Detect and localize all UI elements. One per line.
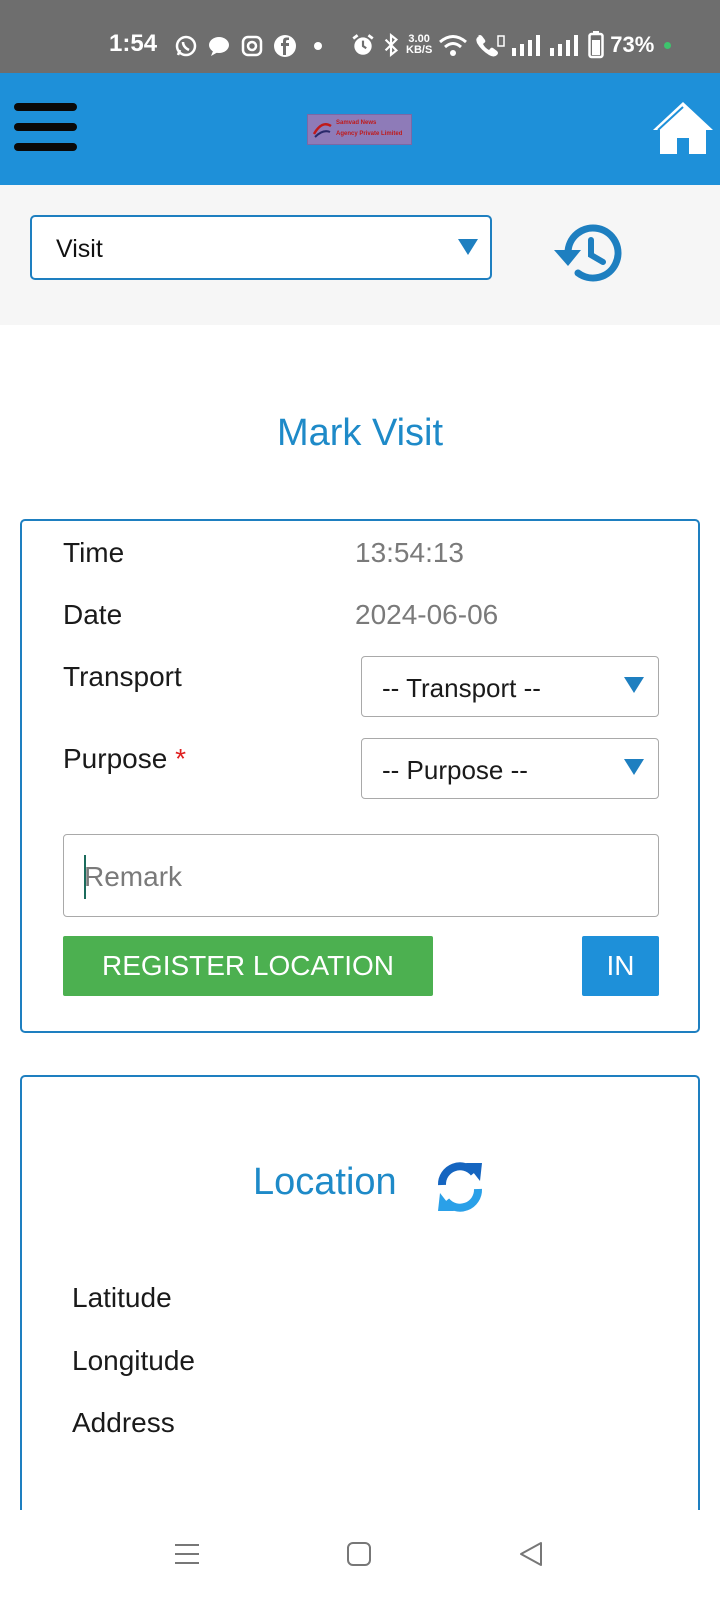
dropdown-arrow-icon: [624, 677, 644, 693]
purpose-select[interactable]: -- Purpose --: [361, 738, 659, 799]
bluetooth-icon: [384, 32, 399, 58]
remark-input[interactable]: [84, 857, 644, 897]
company-logo: Samvad News Agency Private Limited: [307, 114, 412, 145]
purpose-select-value: -- Purpose --: [382, 755, 528, 785]
register-location-button[interactable]: REGISTER LOCATION: [63, 936, 433, 996]
alarm-icon: [352, 34, 374, 55]
status-time: 1:54: [109, 30, 158, 57]
logo-line-2: Agency Private Limited: [336, 131, 403, 137]
date-value: 2024-06-06: [355, 599, 499, 630]
home-icon[interactable]: [345, 1540, 373, 1568]
refresh-button[interactable]: [432, 1159, 488, 1215]
logo-text: Samvad News Agency Private Limited: [336, 118, 402, 140]
longitude-label: Longitude: [72, 1345, 196, 1376]
app-bar: Samvad News Agency Private Limited: [0, 73, 720, 185]
purpose-label: Purpose *: [63, 743, 186, 775]
transport-select[interactable]: -- Transport --: [361, 656, 659, 717]
mode-select-value: Visit: [56, 235, 103, 263]
remark-field[interactable]: [63, 834, 659, 917]
address-label: Address: [72, 1407, 175, 1438]
system-icons: 3.00 KB/S 73%: [350, 30, 672, 60]
signal-icon: [550, 35, 579, 56]
history-icon: [554, 224, 622, 282]
date-label: Date: [63, 599, 123, 630]
in-button[interactable]: IN: [582, 936, 659, 996]
location-card: Location Latitude Longitude Address: [20, 1075, 700, 1535]
logo-line-1: Samvad News: [336, 120, 377, 126]
hamburger-icon-line: [14, 123, 77, 131]
network-speed: 3.00 KB/S: [406, 33, 433, 56]
dropdown-arrow-icon: [458, 239, 478, 255]
system-nav-bar: [0, 1510, 720, 1600]
status-bar: 1:54 3.00 KB/S 73%: [0, 0, 720, 73]
battery-icon: [588, 31, 605, 59]
instagram-icon: [241, 35, 263, 57]
whatsapp-icon: [175, 35, 197, 57]
top-controls: Visit: [0, 185, 720, 325]
recent-apps-icon[interactable]: [173, 1540, 201, 1568]
text-cursor: [84, 855, 86, 899]
purpose-label-text: Purpose: [63, 743, 168, 774]
time-label: Time: [63, 537, 125, 568]
history-button[interactable]: [550, 220, 626, 286]
visit-form-card: Time 13:54:13 Date 2024-06-06 Transport …: [20, 519, 700, 1033]
back-icon[interactable]: [517, 1540, 545, 1568]
transport-select-value: -- Transport --: [382, 673, 541, 703]
dropdown-arrow-icon: [624, 759, 644, 775]
page-title: Mark Visit: [276, 412, 444, 454]
wifi-calling-icon: [476, 35, 506, 57]
hamburger-icon: [14, 103, 77, 111]
signal-icon: [512, 35, 541, 56]
logo-swoosh-icon: [312, 123, 332, 138]
notification-icons: [174, 32, 330, 60]
hamburger-icon-line: [14, 143, 77, 151]
refresh-icon: [438, 1162, 482, 1212]
privacy-dot-icon: [664, 41, 672, 49]
time-value: 13:54:13: [355, 537, 464, 568]
required-marker: *: [175, 743, 186, 774]
menu-button[interactable]: [14, 103, 78, 153]
mode-select[interactable]: Visit: [30, 215, 492, 280]
wifi-icon: [439, 35, 468, 56]
transport-label: Transport: [63, 661, 182, 692]
facebook-icon: [274, 35, 296, 57]
battery-percent: 73%: [610, 32, 655, 57]
home-button[interactable]: [650, 98, 716, 156]
dot-icon: [314, 42, 322, 50]
latitude-label: Latitude: [72, 1282, 172, 1313]
location-title: Location: [253, 1161, 397, 1203]
chat-icon: [209, 37, 229, 56]
home-icon: [653, 102, 713, 154]
